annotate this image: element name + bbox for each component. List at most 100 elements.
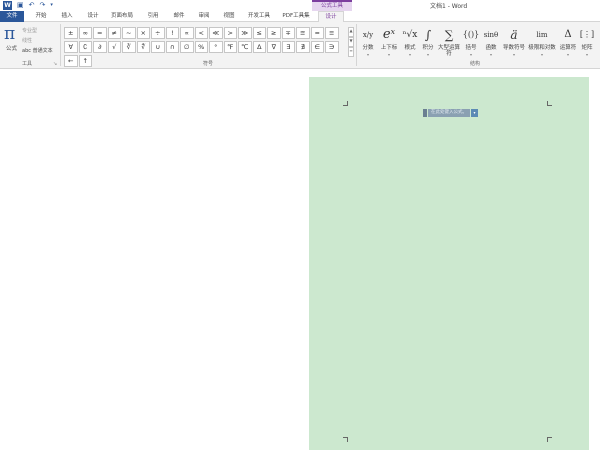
symbol-button[interactable]: ≡ (325, 27, 339, 39)
tab-review[interactable]: 审阅 (193, 11, 215, 22)
bracket-button[interactable]: {()} 括号 ▾ (462, 25, 480, 57)
integral-button[interactable]: ∫ 积分 ▾ (420, 25, 436, 57)
symbol-button[interactable]: ! (165, 27, 179, 39)
symbol-button[interactable]: = (93, 27, 107, 39)
symbol-button[interactable]: ∛ (122, 41, 136, 53)
large-operator-button[interactable]: ∑ 大型运算符 (438, 25, 460, 57)
symbol-button[interactable]: ∄ (296, 41, 310, 53)
symbol-button[interactable]: ∁ (78, 41, 92, 53)
chevron-down-icon: ▾ (387, 52, 390, 57)
limit-log-label: 极限和对数 (528, 45, 556, 51)
redo-icon[interactable]: ↷ (40, 1, 46, 10)
integral-label: 积分 (422, 45, 434, 51)
symbol-button[interactable]: ° (209, 41, 223, 53)
symbol-button[interactable]: ℃ (238, 41, 252, 53)
symbol-button[interactable]: ∀ (64, 41, 78, 53)
limit-log-button[interactable]: lim 极限和对数 ▾ (528, 25, 556, 57)
bracket-icon: {()} (462, 30, 480, 39)
symbols-group-label: 符号 (203, 61, 214, 67)
symbol-button[interactable]: ~ (122, 27, 136, 39)
fraction-icon: x/y (362, 31, 374, 39)
symbol-button[interactable]: ≫ (238, 27, 252, 39)
contextual-tab-group: 公式工具 (312, 0, 352, 11)
fraction-button[interactable]: x/y 分数 ▾ (360, 25, 376, 57)
symbol-button[interactable]: ≤ (252, 27, 266, 39)
scroll-up-icon[interactable]: ▲ (348, 27, 354, 37)
scroll-down-icon[interactable]: ▼ (348, 37, 354, 47)
tab-home[interactable]: 开始 (30, 11, 52, 22)
equation-placeholder[interactable]: 在此处键入公式。 (428, 109, 470, 117)
tab-references[interactable]: 引用 (142, 11, 164, 22)
symbol-button[interactable]: ∅ (180, 41, 194, 53)
tools-dialog-launcher-icon[interactable]: ↘ (53, 61, 57, 67)
matrix-button[interactable]: [⋮] 矩阵 ▾ (579, 25, 595, 57)
tab-pdf-tools[interactable]: PDF工具集 (278, 11, 314, 22)
symbol-button[interactable]: < (194, 27, 208, 39)
symbol-button[interactable]: ∜ (136, 41, 150, 53)
tab-file[interactable]: 文件 (0, 11, 24, 22)
title-bar: W ▣ ↶ ↷ ▾ 公式工具 文档1 - Word (0, 0, 600, 11)
tab-view[interactable]: 视图 (218, 11, 240, 22)
symbol-button[interactable]: ∓ (281, 27, 295, 39)
normal-text-button[interactable]: abc 普通文本 (22, 47, 53, 54)
operator-button[interactable]: Δ 运算符 ▾ (559, 25, 577, 57)
equation-handle-icon[interactable] (423, 109, 427, 117)
symbol-button[interactable]: ≠ (107, 27, 121, 39)
symbol-button[interactable]: ∆ (252, 41, 266, 53)
symbol-button[interactable]: ∞ (78, 27, 92, 39)
function-button[interactable]: sinθ 函数 ▾ (482, 25, 500, 57)
undo-icon[interactable]: ↶ (29, 1, 35, 10)
radical-button[interactable]: ⁿ√x 根式 ▾ (402, 25, 418, 57)
tab-design[interactable]: 设计 (82, 11, 104, 22)
operator-label: 运算符 (559, 45, 577, 51)
symbol-button[interactable]: % (194, 41, 208, 53)
equation-pi-icon[interactable]: π (4, 24, 15, 44)
symbol-button[interactable]: ∂ (93, 41, 107, 53)
symbol-button[interactable]: ∃ (281, 41, 295, 53)
tab-developer[interactable]: 开发工具 (244, 11, 274, 22)
symbol-button[interactable]: ℉ (223, 41, 237, 53)
symbol-button[interactable]: ≈ (310, 27, 324, 39)
tab-mailings[interactable]: 邮件 (168, 11, 190, 22)
symbol-button[interactable]: ≅ (296, 27, 310, 39)
accent-button[interactable]: ä 导数符号 ▾ (502, 25, 526, 57)
tab-page-layout[interactable]: 页面布局 (106, 11, 138, 22)
symbol-button[interactable]: ÷ (151, 27, 165, 39)
symbol-button[interactable]: ∇ (267, 41, 281, 53)
margin-corner-mark (547, 437, 552, 442)
script-label: 上下标 (380, 45, 398, 51)
symbol-button[interactable]: ∝ (180, 27, 194, 39)
margin-corner-mark (343, 437, 348, 442)
accent-label: 导数符号 (502, 45, 525, 51)
linear-button[interactable]: 线性 (22, 37, 32, 44)
symbol-button[interactable]: ∈ (310, 41, 324, 53)
save-icon[interactable]: ▣ (17, 1, 24, 10)
professional-button[interactable]: 专业型 (22, 27, 37, 34)
equation-container[interactable]: 在此处键入公式。 ▾ (423, 109, 478, 117)
customize-toolbar-icon[interactable]: ▾ (50, 1, 53, 10)
symbol-button[interactable]: ∩ (165, 41, 179, 53)
more-symbols-icon[interactable]: ≡ (348, 47, 354, 57)
symbol-button[interactable]: ≥ (267, 27, 281, 39)
margin-corner-mark (547, 101, 552, 106)
symbol-button[interactable]: ± (64, 27, 78, 39)
symbol-button[interactable]: > (223, 27, 237, 39)
document-page[interactable] (309, 77, 589, 450)
symbol-button[interactable]: ∋ (325, 41, 339, 53)
symbol-button[interactable]: ← (64, 55, 78, 67)
symbol-button[interactable]: × (136, 27, 150, 39)
tab-insert[interactable]: 插入 (56, 11, 78, 22)
script-button[interactable]: eˣ 上下标 ▾ (378, 25, 400, 57)
chevron-down-icon: ▾ (489, 52, 492, 57)
large-operator-label: 大型运算符 (438, 45, 461, 57)
equation-button-label[interactable]: 公式 (6, 44, 17, 52)
symbol-button[interactable]: ∪ (151, 41, 165, 53)
symbol-button[interactable]: ↑ (78, 55, 92, 67)
equation-options-dropdown-icon[interactable]: ▾ (471, 109, 478, 117)
matrix-label: 矩阵 (581, 45, 593, 51)
chevron-down-icon: ▾ (366, 52, 369, 57)
integral-icon: ∫ (424, 28, 432, 42)
operator-icon: Δ (564, 29, 572, 40)
symbol-button[interactable]: √ (107, 41, 121, 53)
symbol-button[interactable]: ≪ (209, 27, 223, 39)
